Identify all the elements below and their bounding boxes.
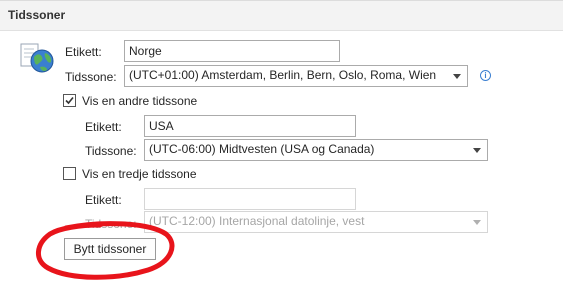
chevron-down-icon bbox=[473, 148, 481, 153]
primary-timezone-value: (UTC+01:00) Amsterdam, Berlin, Bern, Osl… bbox=[129, 68, 437, 82]
second-label-input[interactable]: USA bbox=[144, 115, 356, 137]
checkmark-icon bbox=[65, 96, 74, 105]
chevron-down-icon bbox=[473, 220, 481, 225]
third-label-caption: Etikett: bbox=[85, 193, 122, 207]
third-timezone-value: (UTC-12:00) Internasjonal datolinje, ves… bbox=[149, 214, 365, 228]
third-timezone-select[interactable]: (UTC-12:00) Internasjonal datolinje, ves… bbox=[144, 211, 488, 233]
section-divider bbox=[0, 30, 563, 31]
second-timezone-checkbox-label[interactable]: Vis en andre tidssone bbox=[82, 94, 197, 108]
second-timezone-select[interactable]: (UTC-06:00) Midtvesten (USA og Canada) bbox=[144, 139, 488, 161]
second-label-caption: Etikett: bbox=[85, 120, 122, 134]
second-timezone-checkbox[interactable] bbox=[63, 94, 76, 107]
primary-timezone-select[interactable]: (UTC+01:00) Amsterdam, Berlin, Bern, Osl… bbox=[124, 65, 468, 87]
globe-clock-icon bbox=[20, 42, 56, 76]
annotation-circle bbox=[30, 220, 180, 282]
second-timezone-value: (UTC-06:00) Midtvesten (USA og Canada) bbox=[149, 142, 375, 156]
second-timezone-caption: Tidssone: bbox=[85, 144, 137, 158]
chevron-down-icon bbox=[453, 74, 461, 79]
third-label-input[interactable] bbox=[144, 188, 356, 210]
third-timezone-checkbox[interactable] bbox=[63, 167, 76, 180]
third-timezone-checkbox-label[interactable]: Vis en tredje tidssone bbox=[82, 167, 197, 181]
section-header bbox=[0, 0, 563, 31]
section-title: Tidssoner bbox=[8, 8, 66, 22]
primary-timezone-caption: Tidssone: bbox=[65, 70, 117, 84]
primary-label-input[interactable]: Norge bbox=[124, 40, 340, 62]
info-icon[interactable]: i bbox=[480, 70, 491, 81]
primary-label-caption: Etikett: bbox=[65, 45, 102, 59]
